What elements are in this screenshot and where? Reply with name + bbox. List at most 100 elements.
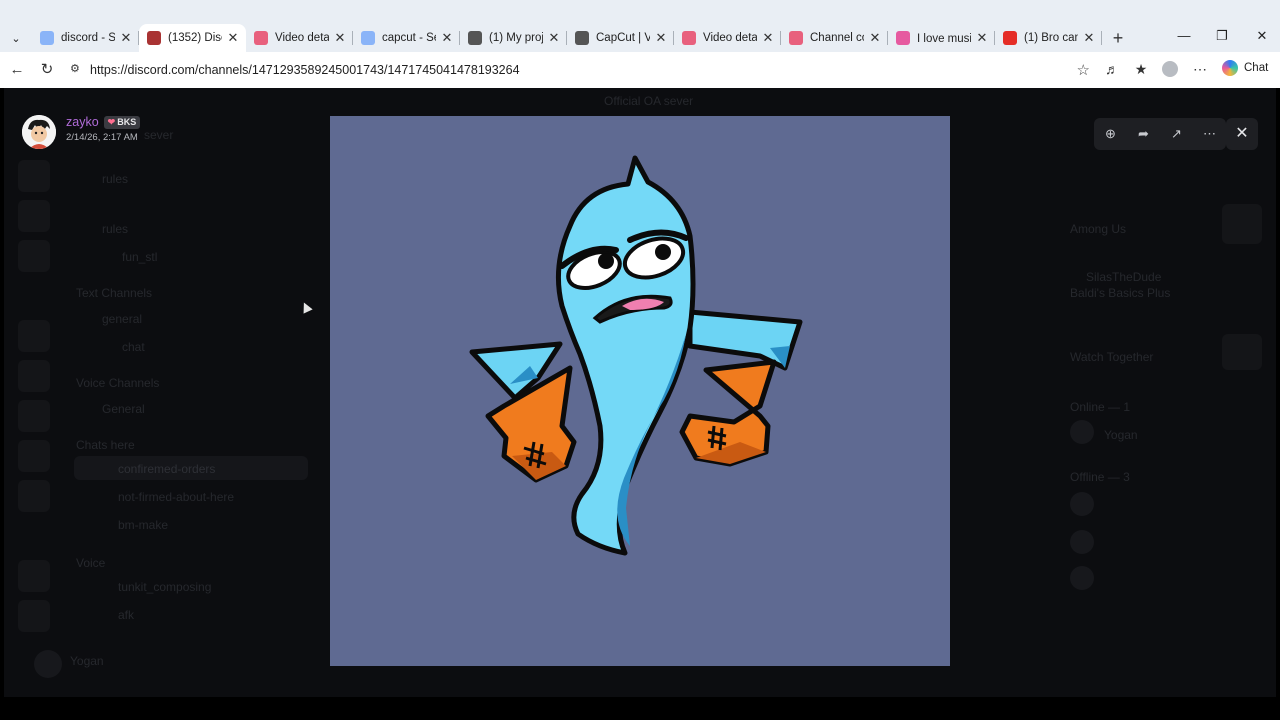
category-label[interactable]: Text Channels (76, 286, 152, 300)
poster-name-row: zayko ❤ BKS (66, 115, 141, 129)
discord-app: Official OA sever sever rules rules fun_… (4, 88, 1276, 697)
user-avatar[interactable] (34, 650, 62, 678)
close-tab-icon[interactable]: ✕ (226, 30, 240, 46)
poster-name[interactable]: zayko (66, 115, 99, 129)
close-tab-icon[interactable]: ✕ (119, 30, 133, 46)
avatar[interactable] (22, 115, 56, 149)
copilot-chat-button[interactable]: Chat (1222, 60, 1268, 76)
server-icon[interactable] (18, 160, 50, 192)
server-name: Official OA sever (604, 94, 694, 108)
server-icon[interactable] (18, 480, 50, 512)
browser-tab[interactable]: I love music🥰 ✕ (888, 24, 995, 52)
browser-tab[interactable]: capcut - Sear ✕ (353, 24, 460, 52)
copilot-icon (1222, 60, 1238, 76)
navigation-bar: ← ↻ ⚙ https://discord.com/channels/14712… (0, 52, 1280, 88)
category-label[interactable]: Voice Channels (76, 376, 159, 390)
offline-label: Offline — 3 (1070, 470, 1130, 484)
open-in-browser-icon[interactable]: ↗ (1166, 123, 1188, 145)
user-name: Yogan (70, 654, 104, 668)
browser-tab[interactable]: (1352) Discor ✕ (139, 24, 246, 52)
channel-item[interactable]: afk (118, 608, 134, 622)
channel-item[interactable]: rules (102, 172, 128, 186)
tab-search-button[interactable]: ⌄ (5, 27, 27, 49)
search-icon (361, 31, 375, 45)
browser-tab[interactable]: (1) My proj ✕ (460, 24, 567, 52)
category-label[interactable]: Voice (76, 556, 105, 570)
browser-tab[interactable]: Video details ✕ (674, 24, 781, 52)
tab-title: (1352) Discor (168, 32, 222, 44)
youtube-studio-icon (254, 31, 268, 45)
server-icon[interactable] (18, 200, 50, 232)
close-tab-icon[interactable]: ✕ (1082, 30, 1096, 46)
site-info-icon[interactable]: ⚙ (70, 62, 84, 76)
forward-icon[interactable]: ➦ (1133, 123, 1155, 145)
browser-tab[interactable]: (1) Bro can't ✕ (995, 24, 1102, 52)
browser-tab[interactable]: Channel cont ✕ (781, 24, 888, 52)
voice-channel[interactable]: General (102, 402, 145, 416)
activity-thumbnail (1222, 334, 1262, 370)
server-icon[interactable] (18, 360, 50, 392)
new-tab-button[interactable]: + (1107, 27, 1129, 49)
youtube-icon (1003, 31, 1017, 45)
channel-header: sever (144, 128, 174, 142)
more-options-icon[interactable]: ⋯ (1199, 123, 1221, 145)
tab-title: CapCut | Vide (596, 32, 650, 44)
minimize-button[interactable]: — (1166, 25, 1202, 47)
address-bar[interactable]: ⚙ https://discord.com/channels/147129358… (62, 56, 1100, 84)
reload-button[interactable]: ↻ (36, 59, 58, 81)
activity-thumbnail (1222, 204, 1262, 244)
restore-button[interactable]: ❐ (1204, 25, 1240, 47)
channel-item[interactable]: chat (122, 340, 145, 354)
server-icon[interactable] (18, 560, 50, 592)
category-label[interactable]: Chats here (76, 438, 135, 452)
channel-item[interactable]: confiremed-orders (118, 462, 215, 476)
server-icon[interactable] (18, 600, 50, 632)
member-avatar[interactable] (1070, 420, 1094, 444)
ghost-character-illustration (469, 155, 803, 556)
tab-title: capcut - Sear (382, 32, 436, 44)
tab-title: Video details (703, 32, 757, 44)
channel-item[interactable]: general (102, 312, 142, 326)
media-viewer-toolbar: ⊕ ➦ ↗ ⋯ (1094, 118, 1226, 150)
browser-tab[interactable]: Video details ✕ (246, 24, 353, 52)
media-author: zayko ❤ BKS 2/14/26, 2:17 AM (22, 115, 141, 149)
member-name[interactable]: Yogan (1104, 428, 1138, 442)
close-tab-icon[interactable]: ✕ (440, 30, 454, 46)
zoom-in-icon[interactable]: ⊕ (1100, 123, 1122, 145)
activity-title: Among Us (1070, 222, 1127, 236)
close-tab-icon[interactable]: ✕ (868, 30, 882, 46)
chat-label: Chat (1244, 62, 1269, 74)
server-icon[interactable] (18, 320, 50, 352)
profile-avatar[interactable] (1160, 61, 1180, 81)
bookmark-star-icon[interactable]: ☆ (1077, 61, 1090, 79)
more-options-icon[interactable]: ⋯ (1190, 61, 1210, 81)
tab-strip: ⌄ discord - Sear✕(1352) Discor✕Video det… (0, 0, 1280, 52)
close-tab-icon[interactable]: ✕ (761, 30, 775, 46)
close-window-button[interactable]: ✕ (1244, 25, 1280, 47)
server-icon[interactable] (18, 240, 50, 272)
member-avatar[interactable] (1070, 530, 1094, 554)
member-avatar[interactable] (1070, 566, 1094, 590)
close-tab-icon[interactable]: ✕ (547, 30, 561, 46)
close-tab-icon[interactable]: ✕ (975, 30, 989, 46)
close-viewer-button[interactable]: ✕ (1226, 118, 1258, 150)
browser-tab[interactable]: discord - Sear ✕ (32, 24, 139, 52)
capcut-icon (468, 31, 482, 45)
back-button[interactable]: ← (6, 59, 28, 81)
youtube-studio-icon (789, 31, 803, 45)
channel-item[interactable]: not-firmed-about-here (118, 490, 234, 504)
channel-item[interactable]: tunkit_composing (118, 580, 211, 594)
online-label: Online — 1 (1070, 400, 1131, 414)
member-avatar[interactable] (1070, 492, 1094, 516)
server-icon[interactable] (18, 400, 50, 432)
read-aloud-icon[interactable]: ♬ (1102, 61, 1122, 81)
media-image[interactable] (330, 116, 950, 666)
channel-item[interactable]: rules (102, 222, 128, 236)
channel-item[interactable]: fun_stl (122, 250, 157, 264)
channel-item[interactable]: bm-make (118, 518, 168, 532)
close-tab-icon[interactable]: ✕ (333, 30, 347, 46)
favorites-icon[interactable]: ★ (1131, 61, 1151, 81)
browser-tab[interactable]: CapCut | Vide ✕ (567, 24, 674, 52)
close-tab-icon[interactable]: ✕ (654, 30, 668, 46)
server-icon[interactable] (18, 440, 50, 472)
